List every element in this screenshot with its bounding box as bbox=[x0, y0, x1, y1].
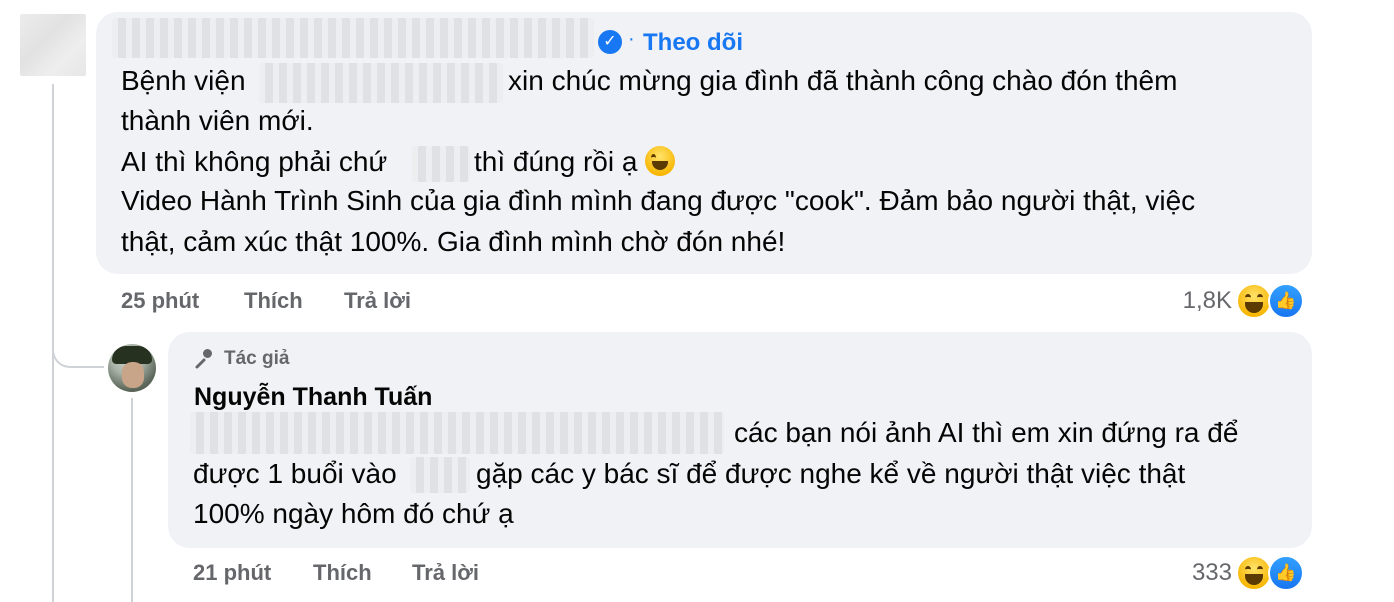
reply-author-name[interactable]: Nguyễn Thanh Tuấn bbox=[194, 381, 432, 413]
grinning-face-emoji bbox=[645, 146, 676, 176]
redacted-hospital-name bbox=[259, 63, 503, 103]
comment-text-line-1-b: xin chúc mừng gia đình đã thành công chà… bbox=[508, 65, 1178, 96]
author-badge-label: Tác giả bbox=[224, 348, 290, 369]
redacted-commenter-name[interactable] bbox=[112, 18, 594, 58]
redacted-text bbox=[190, 412, 724, 454]
reaction-count[interactable]: 1,8K bbox=[1160, 286, 1232, 316]
reply-reply-button[interactable]: Trả lời bbox=[412, 559, 479, 587]
thread-line bbox=[52, 84, 54, 369]
reply-button[interactable]: Trả lời bbox=[344, 287, 411, 315]
redacted-word bbox=[410, 457, 470, 493]
reply-like-button[interactable]: Thích bbox=[313, 559, 372, 587]
reply-reaction-count[interactable]: 333 bbox=[1160, 558, 1232, 588]
like-reaction-icon[interactable]: 👍 bbox=[1268, 283, 1304, 319]
comment-timestamp[interactable]: 25 phút bbox=[121, 287, 199, 315]
reply-text-line-3: 100% ngày hôm đó chứ ạ bbox=[193, 498, 514, 529]
reply-author-avatar[interactable] bbox=[108, 344, 156, 392]
comment-text-line-4: Video Hành Trình Sinh của gia đình mình … bbox=[121, 185, 1196, 216]
like-reaction-icon[interactable]: 👍 bbox=[1268, 555, 1304, 591]
separator-dot: · bbox=[628, 28, 635, 50]
haha-reaction-icon[interactable] bbox=[1236, 555, 1272, 591]
haha-reaction-icon[interactable] bbox=[1236, 283, 1272, 319]
comment-text-line-5: thật, cảm xúc thật 100%. Gia đình mình c… bbox=[121, 226, 786, 257]
reply-timestamp[interactable]: 21 phút bbox=[193, 559, 271, 587]
comment-text-line-3-a: AI thì không phải chứ bbox=[121, 146, 388, 177]
comment-text-line-3-b: thì đúng rồi ạ bbox=[474, 142, 676, 182]
verified-badge-icon: ✓ bbox=[598, 30, 622, 54]
microphone-icon bbox=[194, 348, 216, 370]
comment-text-line-1-a: Bệnh viện bbox=[121, 65, 246, 96]
thread-line bbox=[52, 368, 54, 602]
reply-text-line-1: các bạn nói ảnh AI thì em xin đứng ra để bbox=[734, 417, 1239, 448]
author-badge: Tác giả bbox=[194, 348, 289, 370]
comment-text-line-2: thành viên mới. bbox=[121, 105, 314, 136]
commenter-avatar[interactable] bbox=[20, 14, 86, 76]
reply-thread-line bbox=[131, 398, 133, 602]
redacted-word bbox=[412, 146, 470, 182]
reply-text-line-2-b: gặp các y bác sĩ để được nghe kể về ngườ… bbox=[476, 458, 1186, 489]
like-button[interactable]: Thích bbox=[244, 287, 303, 315]
reply-text-line-2-a: được 1 buổi vào bbox=[193, 458, 397, 489]
follow-button[interactable]: Theo dõi bbox=[643, 28, 743, 58]
thread-connector bbox=[52, 328, 104, 368]
